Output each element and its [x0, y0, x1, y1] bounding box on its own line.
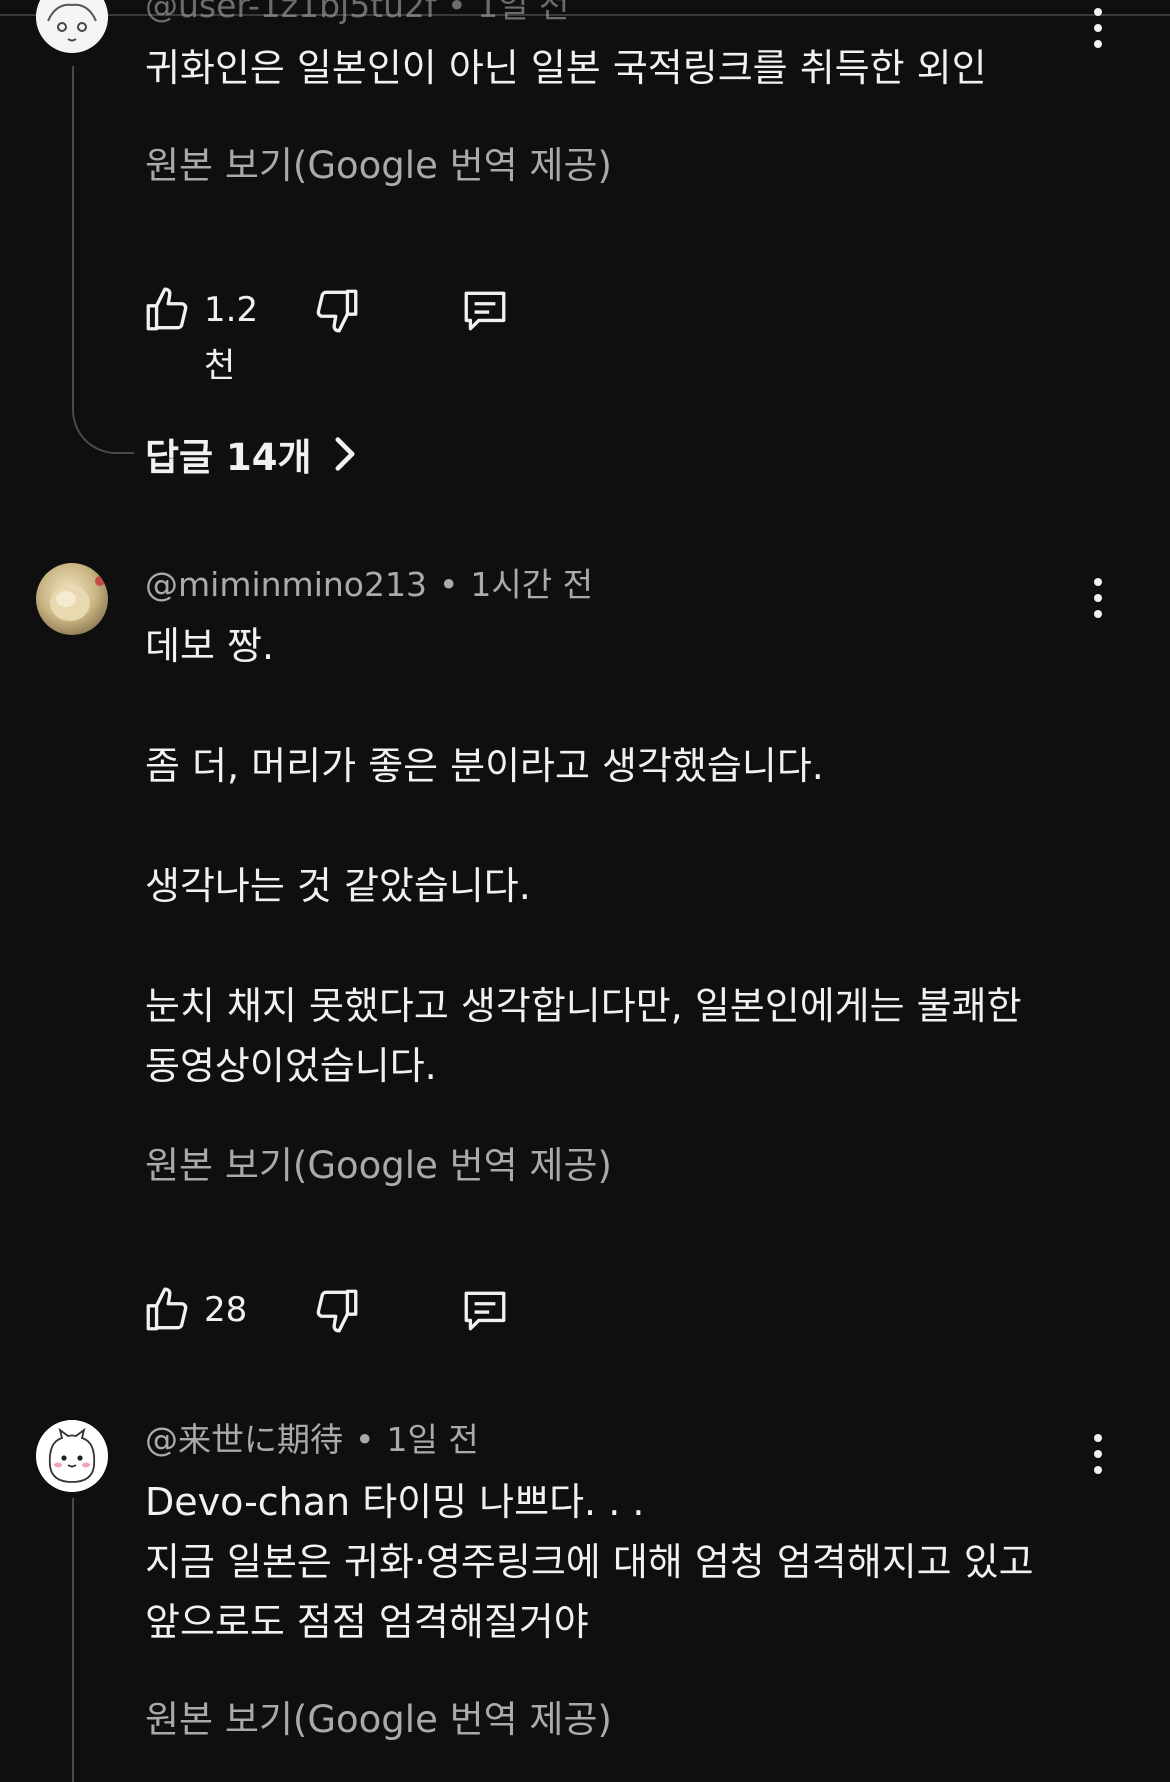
see-original-link[interactable]: 원본 보기(Google 번역 제공) [145, 1144, 612, 1188]
dislike-button[interactable] [312, 1282, 362, 1338]
white-mascot-avatar [36, 1420, 108, 1492]
meta-separator: • [438, 565, 459, 604]
avatar[interactable] [36, 1420, 108, 1492]
avatar[interactable] [36, 563, 108, 635]
more-vert-icon[interactable] [1080, 1430, 1116, 1478]
comment-text: Devo-chan 타이밍 나쁘다. . . 지금 일본은 귀화·영주링크에 대… [145, 1480, 1034, 1644]
thread-line [72, 1498, 74, 1782]
reply-button[interactable] [460, 282, 510, 338]
comment-author[interactable]: @miminmino213 [145, 565, 427, 604]
thread-curve [72, 392, 134, 454]
view-replies-button[interactable]: 답글 14개 [145, 426, 360, 482]
avatar[interactable] [36, 0, 108, 53]
comment-actions: 1.2천 [142, 282, 562, 386]
thumb-down-outline-icon [316, 1289, 358, 1333]
cartoon-face-avatar [36, 0, 108, 53]
meta-separator: • [355, 1420, 375, 1459]
comment-meta: @来世に期待 • 1일 전 [145, 1420, 479, 1460]
comment-actions: 28 [142, 1282, 562, 1338]
chevron-right-icon [334, 437, 355, 471]
dislike-button[interactable] [312, 282, 362, 338]
comment-text: 데보 짱. 좀 더, 머리가 좋은 분이라고 생각했습니다. 생각나는 것 같았… [145, 624, 1022, 1088]
reply-comment-icon [464, 291, 506, 331]
see-original-link[interactable]: 원본 보기(Google 번역 제공) [145, 144, 612, 188]
comment-author[interactable]: @来世に期待 [145, 1420, 343, 1459]
thumb-up-outline-icon [146, 287, 188, 331]
like-count: 1.2천 [204, 290, 259, 386]
thumb-down-outline-icon [316, 289, 358, 333]
thumb-up-outline-icon [146, 1287, 188, 1331]
comment-text: 귀화인은 일본인이 아닌 일본 국적링크를 취득한 외인 [145, 46, 987, 90]
replies-label: 답글 14개 [145, 436, 312, 479]
reply-comment-icon [464, 1291, 506, 1331]
thread-line [72, 66, 74, 410]
like-count: 28 [204, 1290, 248, 1330]
comment-meta-text: @user-1z1bj5tu2f • 1일 전 [145, 0, 570, 25]
like-button[interactable]: 28 [142, 1282, 247, 1338]
more-vert-icon[interactable] [1080, 574, 1116, 622]
comment-meta: @user-1z1bj5tu2f • 1일 전 [145, 0, 569, 26]
like-button[interactable]: 1.2천 [142, 282, 258, 386]
see-original-link[interactable]: 원본 보기(Google 번역 제공) [145, 1698, 612, 1742]
comment-time: 1일 전 [386, 1420, 479, 1459]
reply-button[interactable] [460, 1282, 510, 1338]
animal-photo-avatar [36, 563, 108, 635]
comment-meta: @miminmino213 • 1시간 전 [145, 565, 593, 605]
comment-time: 1시간 전 [470, 565, 593, 604]
